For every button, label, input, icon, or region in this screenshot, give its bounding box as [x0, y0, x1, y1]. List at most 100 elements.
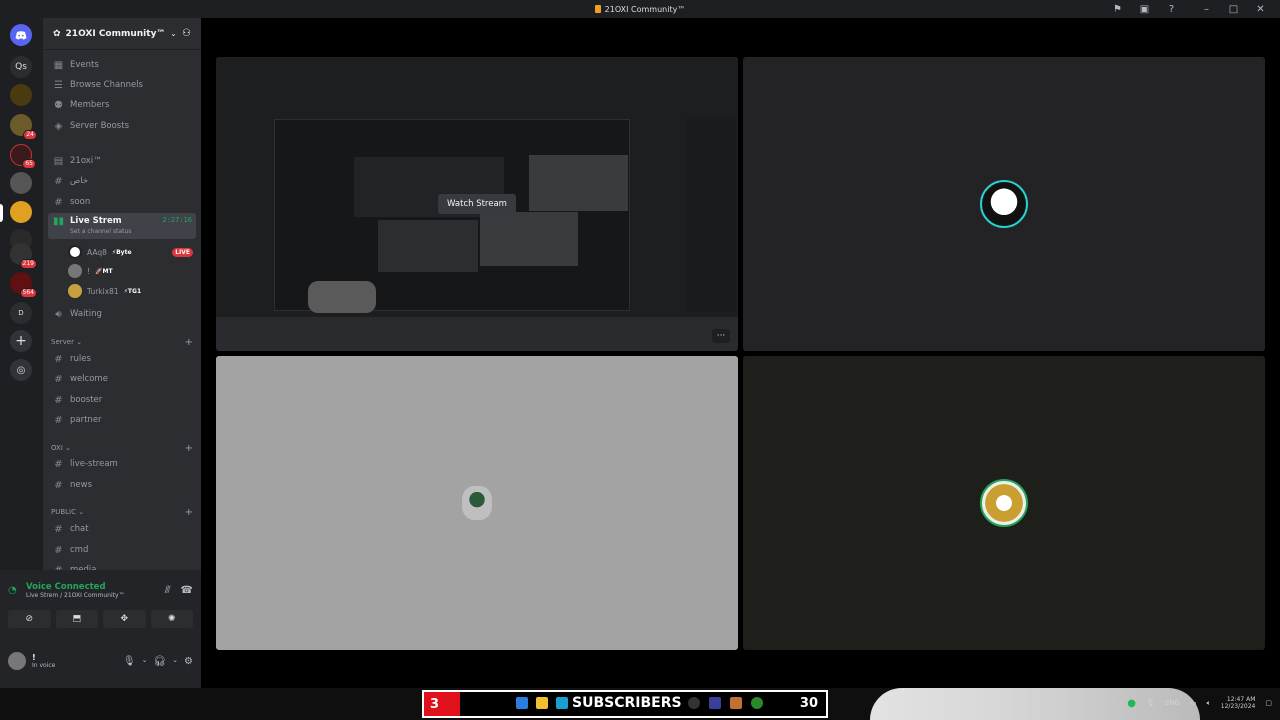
discord-taskbar-icon[interactable] — [709, 697, 721, 709]
network-icon[interactable]: ▭ — [1190, 699, 1197, 707]
watch-stream-button[interactable]: Watch Stream — [438, 194, 516, 214]
disconnect-icon[interactable]: ☎ — [181, 585, 193, 596]
channel-status[interactable]: Set a channel status — [70, 228, 131, 235]
voice-location[interactable]: Live Strem / 21OXI Community™ — [26, 592, 125, 599]
participant-avatar — [980, 479, 1028, 527]
chevron-down-icon[interactable]: ⌄ — [142, 656, 148, 667]
guild-10[interactable]: D — [10, 302, 32, 324]
channel-21oxi[interactable]: ▤ 21oxi™ — [48, 152, 196, 170]
participant-tile[interactable] — [216, 356, 738, 650]
more-options-icon[interactable]: ··· — [712, 329, 730, 343]
microphone-icon[interactable]: 🎙︎ — [1146, 699, 1155, 707]
channel-news[interactable]: # news — [48, 476, 196, 494]
voice-user[interactable]: Turkix81 ⚡TG1 — [68, 282, 193, 300]
inbox-icon[interactable]: ▣ — [1131, 0, 1158, 18]
user-area[interactable]: ! In voice 🎙︎ ⌄ 🎧︎ ⌄ ⚙ — [8, 648, 193, 674]
menu-browse-channels[interactable]: ☰ Browse Channels — [48, 76, 196, 94]
voice-status[interactable]: ◔ Voice Connected Live Strem / 21OXI Com… — [8, 578, 193, 602]
soundboard-button[interactable]: ✺ — [150, 610, 193, 628]
flag-icon[interactable]: ⚑ — [1104, 0, 1131, 18]
server-icon — [594, 5, 601, 13]
app-icon[interactable] — [730, 697, 742, 709]
maximize-icon[interactable]: □ — [1220, 0, 1247, 18]
members-icon: ⚉ — [54, 99, 63, 111]
activities-button[interactable]: ✥ — [103, 610, 146, 628]
browser-icon[interactable] — [556, 697, 568, 709]
role-tag: ⚡Byte — [111, 248, 132, 256]
boost-icon: ◈ — [54, 120, 63, 132]
voice-channel-live-strem[interactable]: ▮▮ Live Strem Set a channel status 2:27:… — [48, 213, 196, 239]
category-oxi[interactable]: OXI ⌄ + — [51, 442, 193, 454]
microphone-icon[interactable]: 🎙︎ — [123, 656, 136, 667]
chevron-down-icon[interactable]: ⌄ — [172, 656, 178, 667]
subscriber-count: 3 — [424, 692, 460, 716]
voice-user-name: Turkix81 — [87, 286, 119, 296]
app-icon[interactable] — [688, 697, 700, 709]
channel-rules[interactable]: # rules — [48, 350, 196, 368]
channel-soon[interactable]: # soon — [48, 193, 196, 211]
hash-icon: # — [54, 394, 63, 406]
guild-2[interactable] — [10, 84, 32, 106]
voice-channel-waiting[interactable]: 🔊︎ Waiting — [48, 305, 196, 323]
close-icon[interactable]: ✕ — [1247, 0, 1274, 18]
discover-icon[interactable]: ◎ — [10, 359, 32, 381]
channel-welcome[interactable]: # welcome — [48, 370, 196, 388]
notification-icon[interactable]: ▢ — [1265, 699, 1272, 707]
participant-tile[interactable] — [743, 356, 1265, 650]
channel-live-stream[interactable]: # live-stream — [48, 455, 196, 473]
guild-6[interactable] — [10, 201, 32, 223]
guild-4[interactable]: 65 — [10, 144, 36, 169]
menu-server-boosts[interactable]: ◈ Server Boosts — [48, 117, 196, 135]
add-server-icon[interactable]: + — [10, 330, 32, 352]
spotify-icon[interactable]: ● — [1127, 698, 1136, 709]
chevron-up-icon[interactable]: ⌃ — [1111, 699, 1117, 707]
minimize-icon[interactable]: – — [1193, 0, 1220, 18]
guild-badge: 219 — [19, 259, 37, 269]
hash-icon: # — [54, 353, 63, 365]
guild-3[interactable]: 24 — [10, 114, 37, 140]
channel-chat[interactable]: # chat — [48, 520, 196, 538]
guild-qs[interactable]: Qs — [10, 56, 32, 78]
camera-off-button[interactable]: ⊘ — [8, 610, 51, 628]
windows-start-icon[interactable] — [516, 697, 528, 709]
xbox-icon[interactable] — [751, 697, 763, 709]
guild-9[interactable]: 564 — [10, 272, 37, 298]
category-public[interactable]: PUBLIC ⌄ + — [51, 506, 193, 518]
guild-8[interactable]: 219 — [10, 243, 37, 269]
server-name: 21OXI Community™ — [65, 28, 166, 39]
channel-partner[interactable]: # partner — [48, 411, 196, 429]
participant-tile[interactable] — [743, 57, 1265, 351]
volume-icon[interactable]: 🔈︎ — [1207, 699, 1211, 708]
hash-icon: # — [54, 479, 63, 491]
discord-home-icon[interactable] — [10, 24, 32, 46]
screen-share-button[interactable]: ⬒ — [55, 610, 98, 628]
guild-5[interactable] — [10, 172, 32, 194]
language-indicator[interactable]: ENG — [1165, 699, 1180, 707]
help-icon[interactable]: ? — [1158, 0, 1185, 18]
menu-members[interactable]: ⚉ Members — [48, 96, 196, 114]
headphones-icon[interactable]: 🎧︎ — [153, 656, 166, 667]
voice-user[interactable]: ! 🚀MT — [68, 262, 193, 280]
channel-booster[interactable]: # booster — [48, 391, 196, 409]
channel-private[interactable]: # خاص — [48, 172, 196, 190]
clock[interactable]: 12:47 AM 12/23/2024 — [1221, 696, 1256, 710]
noise-suppression-icon[interactable]: ⫻ — [165, 585, 171, 596]
category-server[interactable]: Server ⌄ + — [51, 336, 193, 348]
role-tag: 🚀MT — [95, 267, 113, 275]
guild-badge: 24 — [23, 130, 37, 140]
menu-events[interactable]: ▦ Events — [48, 56, 196, 74]
gear-icon[interactable]: ⚙ — [184, 656, 193, 667]
add-channel-icon[interactable]: + — [185, 337, 193, 348]
add-member-icon[interactable]: ⚇ — [182, 28, 191, 39]
channel-cmd[interactable]: # cmd — [48, 541, 196, 559]
add-channel-icon[interactable]: + — [185, 443, 193, 454]
file-explorer-icon[interactable] — [536, 697, 548, 709]
server-header[interactable]: ✿ 21OXI Community™ ⌄ ⚇ — [43, 18, 201, 50]
hash-icon: # — [54, 458, 63, 470]
chevron-down-icon: ⌄ — [170, 29, 177, 38]
activities-icon: ✥ — [120, 614, 129, 624]
add-channel-icon[interactable]: + — [185, 507, 193, 518]
voice-user[interactable]: AAq8 ⚡Byte LIVE — [68, 243, 193, 261]
stream-tile[interactable]: Watch Stream ··· — [216, 57, 738, 351]
avatar — [68, 284, 82, 298]
